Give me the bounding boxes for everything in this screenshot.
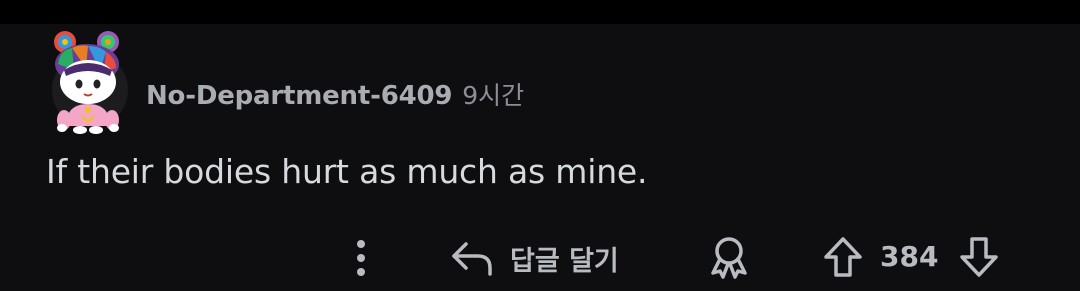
top-bar xyxy=(0,0,1080,24)
more-vertical-icon xyxy=(357,240,365,276)
reply-button[interactable]: 답글 달기 xyxy=(450,236,640,280)
reply-arrow-icon xyxy=(452,242,492,276)
upvote-button[interactable] xyxy=(818,232,868,282)
comment-actions: 답글 달기 384 xyxy=(0,24,1080,291)
more-options-button[interactable] xyxy=(344,238,378,278)
award-icon xyxy=(711,237,747,279)
downvote-arrow-icon xyxy=(960,237,998,277)
vote-score: 384 xyxy=(880,240,939,273)
comment: No-Department-6409 9시간 If their bodies h… xyxy=(0,24,1080,291)
award-button[interactable] xyxy=(702,234,756,282)
upvote-arrow-icon xyxy=(824,237,862,277)
reply-label: 답글 달기 xyxy=(510,245,619,277)
downvote-button[interactable] xyxy=(954,232,1004,282)
